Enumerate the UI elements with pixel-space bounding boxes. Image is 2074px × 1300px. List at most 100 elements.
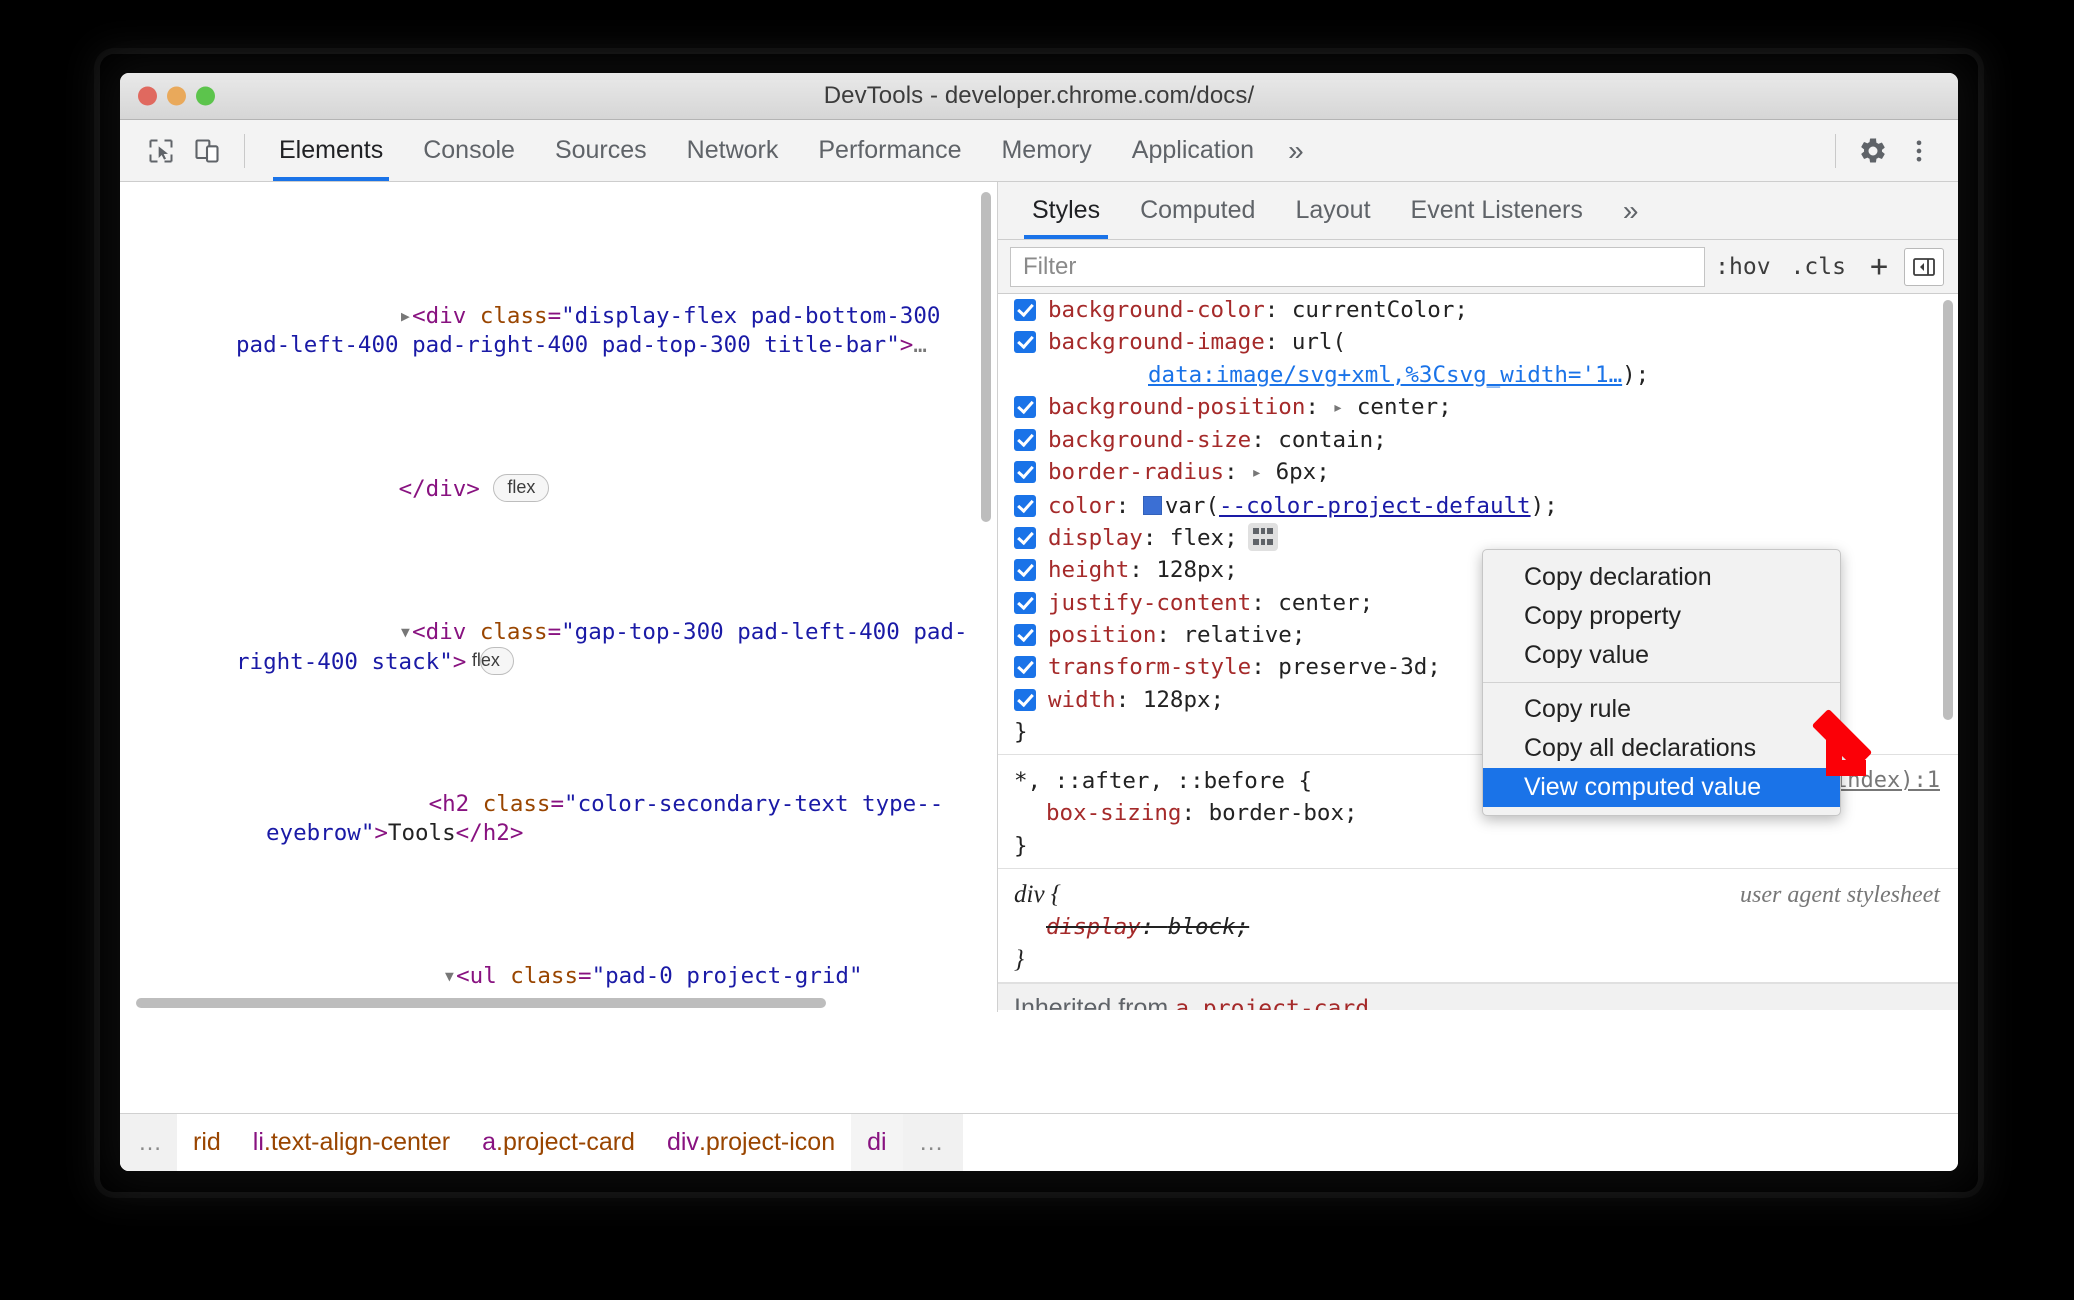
property-value[interactable]: border-box; (1209, 800, 1358, 826)
breadcrumb-item-ul[interactable]: rid (177, 1114, 237, 1171)
declaration-row-color[interactable]: color: var(--color-project-default); (998, 490, 1958, 522)
inherited-selector[interactable]: a.project-card (1175, 996, 1369, 1010)
declaration-checkbox[interactable] (1014, 395, 1036, 418)
filter-input[interactable]: Filter (1010, 246, 1706, 287)
property-name[interactable]: justify-content (1048, 590, 1251, 616)
declaration-checkbox[interactable] (1014, 591, 1036, 614)
kebab-menu-icon[interactable] (1896, 128, 1942, 174)
declaration-row[interactable]: border-radius: ▸ 6px; (998, 456, 1958, 489)
property-name[interactable]: width (1048, 687, 1116, 713)
breadcrumb-overflow-right[interactable]: … (902, 1114, 963, 1171)
tab-elements[interactable]: Elements (259, 120, 403, 181)
property-name[interactable]: background-image (1048, 329, 1265, 355)
property-value[interactable]: preserve-3d; (1278, 654, 1441, 680)
context-menu-item-copy-value[interactable]: Copy value (1483, 636, 1840, 675)
property-value[interactable]: url( (1292, 329, 1346, 355)
declaration-checkbox[interactable] (1014, 623, 1036, 646)
tab-application[interactable]: Application (1112, 120, 1274, 181)
property-value[interactable]: 128px; (1143, 687, 1224, 713)
declaration-checkbox[interactable] (1014, 299, 1036, 321)
inspect-cursor-icon[interactable] (138, 128, 184, 174)
rule-selector-row[interactable]: div { user agent stylesheet (998, 879, 1958, 911)
breadcrumb-item-div-cover[interactable]: di (851, 1114, 903, 1171)
declaration-row[interactable]: background-position: ▸ center; (998, 391, 1958, 424)
declaration-checkbox[interactable] (1014, 688, 1036, 711)
tab-computed[interactable]: Computed (1120, 182, 1275, 239)
dom-node[interactable]: ▸<div class="display-flex pad-bottom-300… (120, 274, 997, 388)
property-value[interactable]: relative; (1183, 622, 1305, 648)
property-name[interactable]: background-position (1048, 394, 1305, 420)
property-name[interactable]: background-color (1048, 297, 1265, 323)
property-name[interactable]: background-size (1048, 427, 1251, 453)
property-value[interactable]: 128px; (1156, 557, 1237, 583)
styles-pane-vertical-scrollbar[interactable] (1943, 300, 1953, 720)
declaration-checkbox[interactable] (1014, 461, 1036, 484)
expand-triangle-icon[interactable]: ▸ (1251, 462, 1262, 483)
property-value[interactable]: center; (1278, 590, 1373, 616)
property-value[interactable]: flex; (1170, 525, 1238, 551)
new-style-rule-button[interactable]: + (1856, 249, 1896, 284)
tab-sources[interactable]: Sources (535, 120, 667, 181)
declaration-row[interactable]: background-color: currentColor; (998, 294, 1958, 326)
declaration-row[interactable]: background-size: contain; (998, 424, 1958, 456)
rule-selector[interactable]: *, ::after, ::before { (1014, 765, 1312, 797)
context-menu-item-view-computed-value[interactable]: View computed value (1483, 768, 1840, 807)
dom-pane-horizontal-scrollbar[interactable] (136, 998, 826, 1008)
tab-layout[interactable]: Layout (1275, 182, 1390, 239)
rule-selector[interactable]: div { (1014, 879, 1061, 911)
declaration-checkbox[interactable] (1014, 494, 1036, 517)
tab-overflow-chevron-icon[interactable]: » (1274, 135, 1318, 167)
declaration-row-disabled[interactable]: display: block; (998, 911, 1958, 943)
property-name[interactable]: color (1048, 493, 1116, 519)
css-variable-link[interactable]: --color-project-default (1219, 493, 1531, 519)
property-name[interactable]: transform-style (1048, 654, 1251, 680)
property-name[interactable]: height (1048, 557, 1129, 583)
dom-node[interactable]: <h2 class="color-secondary-text type--ey… (120, 762, 997, 876)
property-value[interactable]: block; (1168, 914, 1249, 940)
declaration-checkbox[interactable] (1014, 331, 1036, 354)
dom-pane-vertical-scrollbar[interactable] (981, 192, 991, 522)
declaration-checkbox[interactable] (1014, 656, 1036, 679)
zoom-window-button[interactable] (196, 86, 215, 106)
flexbox-editor-icon[interactable] (1247, 523, 1278, 552)
dom-node[interactable]: ▾<div class="gap-top-300 pad-left-400 pa… (120, 589, 997, 704)
declaration-row[interactable]: background-image: url( data:image/svg+xm… (998, 326, 1958, 391)
minimize-window-button[interactable] (167, 86, 186, 106)
property-name[interactable]: position (1048, 622, 1156, 648)
property-value[interactable]: contain; (1278, 427, 1386, 453)
context-menu-item-copy-declaration[interactable]: Copy declaration (1483, 558, 1840, 597)
data-uri-link[interactable]: data:image/svg+xml,%3Csvg_width='1… (1148, 362, 1622, 388)
property-value[interactable]: currentColor (1292, 297, 1455, 323)
tab-styles[interactable]: Styles (1012, 182, 1120, 239)
property-value[interactable]: 6px; (1276, 459, 1330, 485)
cls-button[interactable]: .cls (1781, 254, 1856, 280)
tab-network[interactable]: Network (667, 120, 799, 181)
tab-console[interactable]: Console (403, 120, 535, 181)
gear-icon[interactable] (1850, 128, 1896, 174)
styles-tab-overflow-chevron-icon[interactable]: » (1603, 182, 1659, 239)
tab-performance[interactable]: Performance (798, 120, 981, 181)
context-menu-item-copy-rule[interactable]: Copy rule (1483, 690, 1840, 729)
breadcrumb-item-a[interactable]: a .project-card (466, 1114, 651, 1171)
hov-button[interactable]: :hov (1705, 254, 1780, 280)
dom-node[interactable]: </div> flex (120, 445, 997, 532)
tab-memory[interactable]: Memory (981, 120, 1111, 181)
sidebar-toggle-icon[interactable] (1904, 247, 1944, 286)
property-name[interactable]: display (1046, 914, 1141, 940)
context-menu-item-copy-property[interactable]: Copy property (1483, 597, 1840, 636)
property-value[interactable]: center; (1357, 394, 1452, 420)
property-name[interactable]: box-sizing (1046, 800, 1181, 826)
declaration-checkbox[interactable] (1014, 559, 1036, 582)
device-toggle-icon[interactable] (184, 128, 230, 174)
property-name[interactable]: display (1048, 525, 1143, 551)
breadcrumb-overflow-left[interactable]: … (120, 1114, 177, 1171)
breadcrumb-item-div-project-icon[interactable]: div .project-icon (651, 1114, 851, 1171)
tab-event-listeners[interactable]: Event Listeners (1391, 182, 1603, 239)
color-swatch[interactable] (1142, 495, 1162, 515)
close-window-button[interactable] (138, 86, 157, 106)
context-menu-item-copy-all-declarations[interactable]: Copy all declarations (1483, 729, 1840, 768)
breadcrumb-item-li[interactable]: li .text-align-center (237, 1114, 466, 1171)
declaration-checkbox[interactable] (1014, 429, 1036, 452)
declaration-checkbox[interactable] (1014, 527, 1036, 550)
expand-triangle-icon[interactable]: ▸ (1332, 397, 1343, 418)
